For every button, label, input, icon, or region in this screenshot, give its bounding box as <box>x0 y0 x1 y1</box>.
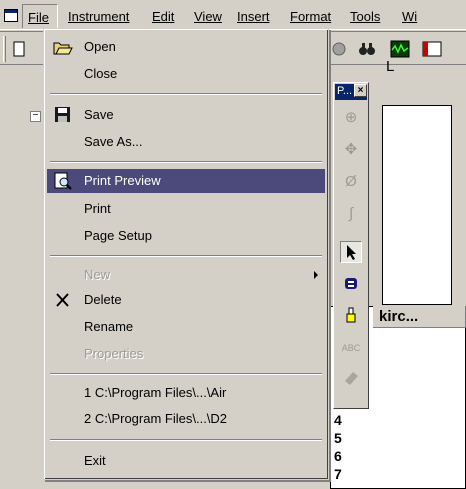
document-page[interactable] <box>382 105 452 305</box>
menu-item-exit[interactable]: Exit <box>47 449 325 473</box>
menu-item-delete[interactable]: Delete <box>47 288 325 312</box>
floppy-disk-icon <box>53 106 73 124</box>
menu-item-label: New <box>84 267 111 282</box>
new-document-icon[interactable] <box>10 39 30 59</box>
menu-tools[interactable]: Tools <box>350 9 380 24</box>
menu-item-print[interactable]: Print <box>47 197 325 221</box>
menu-item-label: Open <box>84 39 116 54</box>
menu-item-recent-1[interactable]: 1 C:\Program Files\...\Air <box>47 381 325 405</box>
menu-separator <box>50 439 322 441</box>
menu-item-close[interactable]: Close <box>47 62 325 86</box>
menu-window[interactable]: Wi <box>402 9 417 24</box>
pan-icon[interactable]: ✥ <box>340 139 362 161</box>
grid-column-header[interactable]: kirc... <box>373 306 466 328</box>
menu-item-label: Print Preview <box>84 173 161 188</box>
grid-row-number: 4 <box>334 412 342 428</box>
menu-format[interactable]: Format <box>290 9 331 24</box>
grid-row-number: 6 <box>334 448 342 464</box>
menu-item-label: Save As... <box>84 134 143 149</box>
text-abc-icon[interactable]: ABC <box>340 337 362 359</box>
grid-row-number: 7 <box>334 466 342 482</box>
menu-separator <box>50 373 322 375</box>
measure-icon[interactable]: Ø <box>340 171 362 193</box>
submenu-arrow-icon <box>314 271 318 279</box>
menu-item-label: Save <box>84 107 114 122</box>
menu-item-label: 2 C:\Program Files\...\D2 <box>84 411 228 426</box>
menu-insert[interactable]: Insert <box>237 9 270 24</box>
zoom-in-icon[interactable]: ⊕ <box>340 107 362 129</box>
record-icon[interactable] <box>330 39 350 59</box>
panel-icon[interactable] <box>422 39 442 59</box>
marker-icon[interactable] <box>340 305 362 327</box>
delete-x-icon <box>53 291 73 309</box>
file-menu-dropdown: Open Close Save Save As... Print Preview… <box>43 28 329 480</box>
menu-item-new[interactable]: New <box>47 263 325 287</box>
menu-file[interactable]: File <box>22 4 58 28</box>
binoculars-icon[interactable] <box>357 39 377 59</box>
menu-bar: File Instrument Edit View Insert Format … <box>0 0 466 30</box>
menu-edit[interactable]: Edit <box>152 9 174 24</box>
window-system-icon[interactable] <box>4 9 18 22</box>
print-preview-icon <box>53 172 73 190</box>
menu-instrument[interactable]: Instrument <box>68 9 129 24</box>
menu-item-label: Page Setup <box>84 228 152 243</box>
menu-separator <box>50 255 322 257</box>
menu-item-page-setup[interactable]: Page Setup <box>47 224 325 248</box>
eraser-icon[interactable] <box>340 367 362 389</box>
scale-icon[interactable] <box>340 273 362 295</box>
menu-item-label: Exit <box>84 453 106 468</box>
menu-view[interactable]: View <box>194 9 222 24</box>
open-folder-icon <box>53 38 73 56</box>
menu-item-save[interactable]: Save <box>47 103 325 127</box>
menu-item-label: Properties <box>84 346 144 361</box>
menu-item-save-as[interactable]: Save As... <box>47 130 325 154</box>
grid-row-number: 5 <box>334 430 342 446</box>
menu-item-properties[interactable]: Properties <box>47 342 325 366</box>
menu-item-label: Print <box>84 201 111 216</box>
tree-expand-toggle[interactable]: − <box>30 111 41 122</box>
document-label: L <box>386 58 395 75</box>
menu-item-label: Close <box>84 66 118 81</box>
menu-item-label: Delete <box>84 292 122 307</box>
menu-separator <box>50 93 322 95</box>
menu-item-recent-2[interactable]: 2 C:\Program Files\...\D2 <box>47 407 325 431</box>
menu-item-rename[interactable]: Rename <box>47 315 325 339</box>
menu-item-label: Rename <box>84 319 134 334</box>
menu-separator <box>50 161 322 163</box>
menu-item-print-preview[interactable]: Print Preview <box>47 169 325 193</box>
waveform-icon[interactable] <box>390 39 410 59</box>
menu-item-open[interactable]: Open <box>47 35 325 59</box>
tool-palette: P... × ⊕ ✥ Ø ∫ ABC <box>333 82 369 409</box>
toolbar-grip[interactable] <box>3 36 6 62</box>
curve-icon[interactable]: ∫ <box>340 203 362 225</box>
palette-close-button[interactable]: × <box>354 84 367 97</box>
menu-item-label: 1 C:\Program Files\...\Air <box>84 385 227 400</box>
pointer-tool-icon[interactable] <box>340 241 362 263</box>
tree-pane <box>0 65 24 489</box>
